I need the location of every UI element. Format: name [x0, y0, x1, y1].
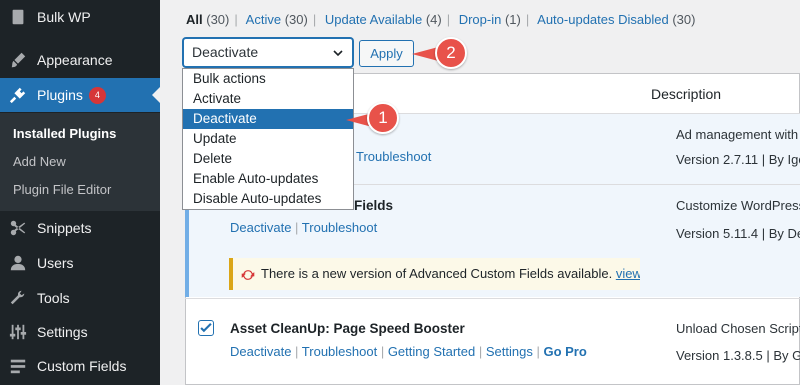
option-deactivate[interactable]: Deactivate	[183, 109, 353, 129]
update-count-badge: 4	[88, 86, 106, 104]
callout-badge-2: 2	[435, 37, 467, 69]
plugin-version: Version 1.3.8.5 | By Ga	[676, 348, 800, 363]
filter-all[interactable]: All	[186, 12, 203, 27]
submenu-add-new[interactable]: Add New	[13, 154, 66, 169]
plugin-status-filters: All (30) | Active (30) | Update Available …	[186, 12, 696, 27]
filter-count: (30)	[672, 12, 696, 27]
scissors-icon	[8, 218, 28, 238]
plugin-actions: Troubleshoot	[356, 149, 431, 164]
filter-count: (30)	[284, 12, 308, 27]
plugin-actions: Deactivate | Troubleshoot | Getting Star…	[230, 344, 587, 359]
paintbrush-icon	[8, 50, 28, 70]
menu-custom-fields[interactable]: Custom Fields	[0, 349, 160, 383]
plugins-submenu: Installed Plugins Add New Plugin File Ed…	[0, 113, 160, 211]
option-disable-auto-updates[interactable]: Disable Auto-updates	[183, 189, 353, 209]
filter-drop-in[interactable]: Drop-in	[459, 12, 502, 27]
custom-fields-icon	[8, 356, 28, 376]
menu-users[interactable]: Users	[0, 246, 160, 280]
plugin-version: Version 2.7.11 | By Igo	[676, 152, 800, 167]
plugin-description: Ad management with	[676, 127, 799, 142]
bulk-actions-dropdown: Bulk actions Activate Deactivate Update …	[182, 68, 354, 210]
plugin-name: Fields	[354, 198, 394, 213]
plugin-icon	[8, 85, 28, 105]
active-menu-arrow	[152, 87, 160, 103]
menu-snippets[interactable]: Snippets	[0, 211, 160, 245]
menu-label: Plugins	[37, 87, 83, 103]
troubleshoot-link[interactable]: Troubleshoot	[302, 220, 377, 235]
filter-update-available[interactable]: Update Available	[325, 12, 422, 27]
submenu-installed-plugins[interactable]: Installed Plugins	[13, 126, 116, 141]
plugin-version: Version 5.11.4 | By De	[676, 226, 800, 241]
deactivate-link[interactable]: Deactivate	[230, 220, 291, 235]
bulk-actions-select[interactable]: Deactivate	[183, 38, 353, 67]
view-details-link[interactable]: view version 5.12 details	[616, 266, 640, 281]
getting-started-link[interactable]: Getting Started	[388, 344, 475, 359]
plugin-actions: Deactivate | Troubleshoot	[230, 220, 378, 235]
go-pro-link[interactable]: Go Pro	[543, 344, 586, 359]
filter-count: (30)	[206, 12, 230, 27]
row-divider	[185, 298, 800, 299]
filter-count: (1)	[504, 12, 521, 27]
troubleshoot-link[interactable]: Troubleshoot	[302, 344, 377, 359]
filter-active[interactable]: Active	[246, 12, 281, 27]
menu-label: Users	[37, 255, 74, 271]
settings-sliders-icon	[8, 322, 28, 342]
plugin-description: Unload Chosen Script	[676, 321, 800, 336]
user-icon	[8, 253, 28, 273]
menu-label: Snippets	[37, 220, 92, 236]
update-icon	[241, 269, 255, 280]
settings-link[interactable]: Settings	[486, 344, 533, 359]
main-content: All (30) | Active (30) | Update Available …	[160, 0, 800, 385]
column-header-description: Description	[651, 86, 722, 102]
troubleshoot-link[interactable]: Troubleshoot	[356, 149, 431, 164]
update-notice: There is a new version of Advanced Custo…	[229, 258, 640, 290]
checkmark-icon	[200, 323, 212, 333]
menu-label: Settings	[37, 324, 88, 340]
option-delete[interactable]: Delete	[183, 149, 353, 169]
option-activate[interactable]: Activate	[183, 89, 353, 109]
admin-sidebar: Bulk WP Appearance Plugins 4 Installed P…	[0, 0, 160, 385]
option-enable-auto-updates[interactable]: Enable Auto-updates	[183, 169, 353, 189]
submenu-plugin-file-editor[interactable]: Plugin File Editor	[13, 182, 111, 197]
menu-label: Bulk WP	[37, 9, 91, 25]
callout-badge-1: 1	[367, 102, 399, 134]
menu-appearance[interactable]: Appearance	[0, 43, 160, 77]
plugin-name: Asset CleanUp: Page Speed Booster	[230, 321, 465, 336]
menu-bulk-wp[interactable]: Bulk WP	[0, 0, 160, 34]
chevron-down-icon	[333, 50, 343, 57]
option-bulk-actions[interactable]: Bulk actions	[183, 69, 353, 89]
filter-auto-updates-disabled[interactable]: Auto-updates Disabled	[537, 12, 669, 27]
apply-button[interactable]: Apply	[359, 40, 414, 67]
option-update[interactable]: Update	[183, 129, 353, 149]
plugin-description: Customize WordPress	[676, 198, 800, 213]
bulk-wp-icon	[8, 7, 28, 27]
select-value: Deactivate	[192, 44, 259, 60]
menu-plugins[interactable]: Plugins 4	[0, 78, 160, 112]
menu-label: Custom Fields	[37, 358, 127, 374]
notice-text: There is a new version of Advanced Custo…	[261, 266, 613, 281]
menu-label: Tools	[37, 290, 70, 306]
plugin-checkbox-checked[interactable]	[198, 320, 214, 336]
menu-settings[interactable]: Settings	[0, 315, 160, 349]
menu-label: Appearance	[37, 52, 113, 68]
wrench-icon	[8, 288, 28, 308]
deactivate-link[interactable]: Deactivate	[230, 344, 291, 359]
menu-tools[interactable]: Tools	[0, 281, 160, 315]
filter-count: (4)	[425, 12, 442, 27]
